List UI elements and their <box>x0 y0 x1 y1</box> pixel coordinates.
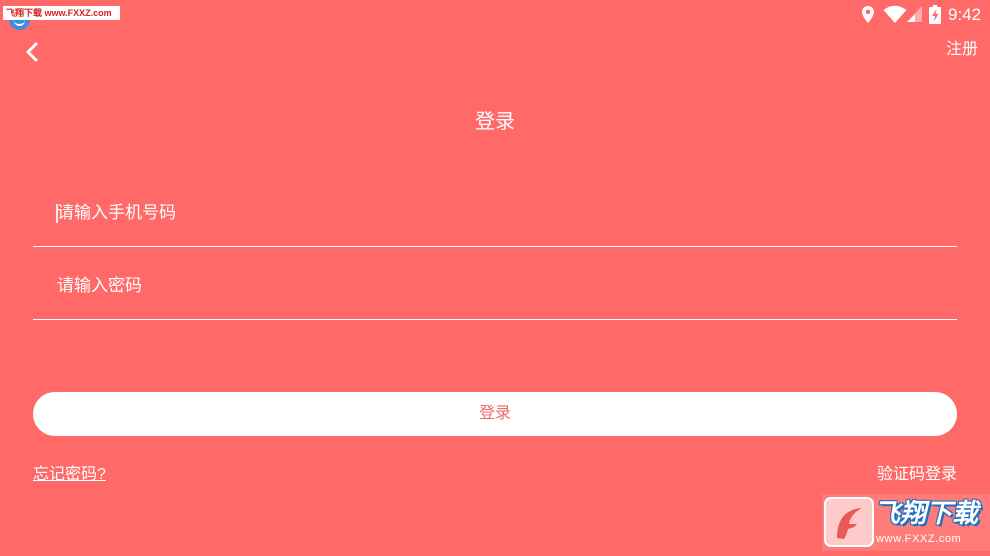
register-button[interactable]: 注册 <box>946 41 978 59</box>
battery-charging-icon <box>929 5 941 24</box>
login-screen: 飞翔下载 www.FXXZ.com 9:42 注册 登录 登录 忘记密码? 验证… <box>0 0 990 556</box>
back-button[interactable] <box>20 36 46 64</box>
password-field <box>33 258 957 320</box>
watermark-bottom: 飞翔下载 www.FXXZ.com <box>822 494 990 551</box>
login-button[interactable]: 登录 <box>33 392 957 436</box>
phone-field <box>33 185 957 247</box>
cell-signal-icon <box>907 6 922 22</box>
location-icon <box>862 6 874 23</box>
text-cursor <box>56 204 58 223</box>
wifi-icon <box>883 5 907 23</box>
chevron-left-icon <box>26 42 38 62</box>
sms-code-login-link[interactable]: 验证码登录 <box>877 465 957 485</box>
watermark-top-text: 飞翔下载 www.FXXZ.com <box>6 8 112 18</box>
watermark-brand: 飞翔下载 <box>874 498 979 528</box>
watermark-url: www.FXXZ.com <box>876 533 962 545</box>
watermark-top: 飞翔下载 www.FXXZ.com <box>3 6 120 20</box>
phone-input[interactable] <box>57 185 937 241</box>
forgot-password-link[interactable]: 忘记密码? <box>33 465 106 485</box>
fxxz-logo-icon <box>824 497 874 547</box>
password-input[interactable] <box>57 258 937 314</box>
page-title: 登录 <box>475 111 515 133</box>
status-time: 9:42 <box>948 5 982 24</box>
